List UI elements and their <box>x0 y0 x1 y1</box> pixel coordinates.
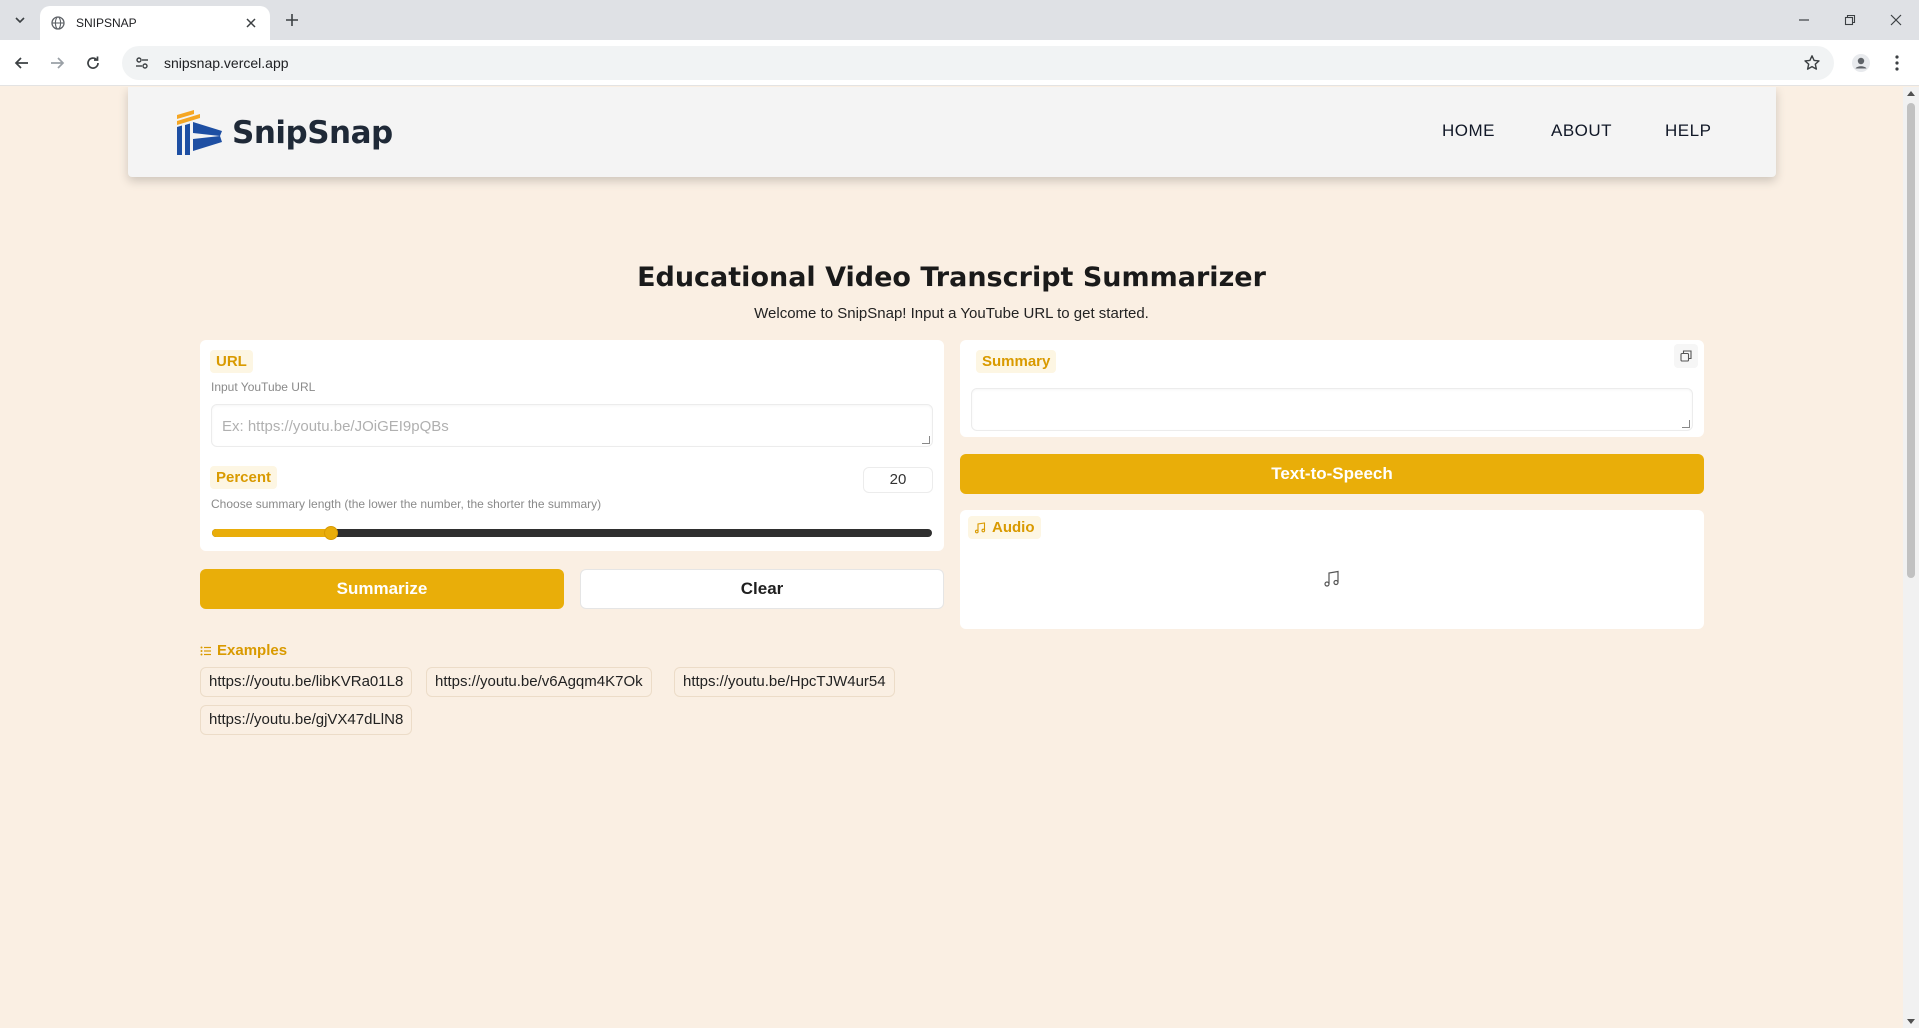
site-logo[interactable]: SnipSnap <box>174 109 393 157</box>
input-panel: URL Input YouTube URL Ex: https://youtu.… <box>200 340 944 551</box>
restore-icon[interactable] <box>1827 0 1873 40</box>
tab-search-icon[interactable] <box>8 8 32 32</box>
clear-button[interactable]: Clear <box>580 569 944 609</box>
profile-icon[interactable] <box>1849 51 1873 75</box>
scroll-up-arrow-icon[interactable] <box>1907 91 1915 96</box>
close-tab-icon[interactable] <box>242 14 260 32</box>
percent-label: Percent <box>210 466 278 489</box>
minimize-icon[interactable] <box>1781 0 1827 40</box>
logo-text: SnipSnap <box>232 115 393 151</box>
url-text: snipsnap.vercel.app <box>164 55 289 71</box>
list-icon <box>200 646 211 655</box>
url-label: URL <box>210 350 253 373</box>
percent-number-input[interactable]: 20 <box>863 467 933 493</box>
page-viewport: SnipSnap HOME ABOUT HELP Educational Vid… <box>0 87 1903 1028</box>
forward-icon[interactable] <box>45 51 69 75</box>
browser-tabstrip: SNIPSNAP <box>0 0 1919 40</box>
resize-grip-icon[interactable] <box>1682 420 1690 428</box>
summary-output[interactable] <box>971 388 1693 431</box>
snipsnap-logo-icon <box>177 110 222 155</box>
summary-panel: Summary <box>960 340 1704 437</box>
url-hint: Input YouTube URL <box>211 380 316 394</box>
examples-header: Examples <box>200 642 287 659</box>
copy-icon[interactable] <box>1674 344 1698 368</box>
url-input-placeholder: Ex: https://youtu.be/JOiGEI9pQBs <box>222 418 449 435</box>
music-note-placeholder-icon <box>1324 570 1339 587</box>
close-window-icon[interactable] <box>1873 0 1919 40</box>
resize-grip-icon[interactable] <box>922 436 930 444</box>
nav-help-link[interactable]: HELP <box>1665 121 1711 141</box>
scrollbar-thumb[interactable] <box>1907 103 1915 578</box>
example-link[interactable]: https://youtu.be/libKVRa01L8 <box>200 667 413 697</box>
text-to-speech-button[interactable]: Text-to-Speech <box>960 454 1704 494</box>
percent-slider-thumb[interactable] <box>323 526 338 540</box>
reload-icon[interactable] <box>81 51 105 75</box>
example-link[interactable]: https://youtu.be/gjVX47dLlN8 <box>200 705 413 735</box>
audio-label-text: Audio <box>992 519 1035 536</box>
example-link[interactable]: https://youtu.be/v6Agqm4K7Ok <box>426 667 652 697</box>
back-icon[interactable] <box>10 51 34 75</box>
tab-title: SNIPSNAP <box>76 16 137 30</box>
audio-panel: Audio <box>960 510 1704 629</box>
page-title: Educational Video Transcript Summarizer <box>637 262 1266 293</box>
audio-label: Audio <box>968 516 1041 539</box>
page-subtitle: Welcome to SnipSnap! Input a YouTube URL… <box>754 305 1149 322</box>
scroll-down-arrow-icon[interactable] <box>1907 1019 1915 1024</box>
music-note-icon <box>974 521 986 533</box>
bookmark-star-icon[interactable] <box>1802 53 1822 73</box>
percent-hint: Choose summary length (the lower the num… <box>211 497 602 511</box>
nav-about-link[interactable]: ABOUT <box>1551 121 1612 141</box>
browser-toolbar: snipsnap.vercel.app <box>0 40 1919 86</box>
nav-home-link[interactable]: HOME <box>1442 121 1495 141</box>
more-menu-icon[interactable] <box>1885 51 1909 75</box>
example-link[interactable]: https://youtu.be/HpcTJW4ur54 <box>674 667 895 697</box>
summary-label: Summary <box>976 350 1057 373</box>
page-scrollbar[interactable] <box>1903 87 1919 1028</box>
site-header: SnipSnap HOME ABOUT HELP <box>128 87 1776 177</box>
site-info-icon[interactable] <box>132 53 152 73</box>
globe-icon <box>50 15 66 31</box>
address-bar[interactable]: snipsnap.vercel.app <box>122 46 1834 80</box>
summarize-button[interactable]: Summarize <box>200 569 564 609</box>
new-tab-icon[interactable] <box>280 8 304 32</box>
url-input[interactable]: Ex: https://youtu.be/JOiGEI9pQBs <box>211 404 933 447</box>
percent-slider-fill <box>212 529 331 537</box>
examples-label: Examples <box>217 642 288 659</box>
browser-tab[interactable]: SNIPSNAP <box>40 6 270 40</box>
